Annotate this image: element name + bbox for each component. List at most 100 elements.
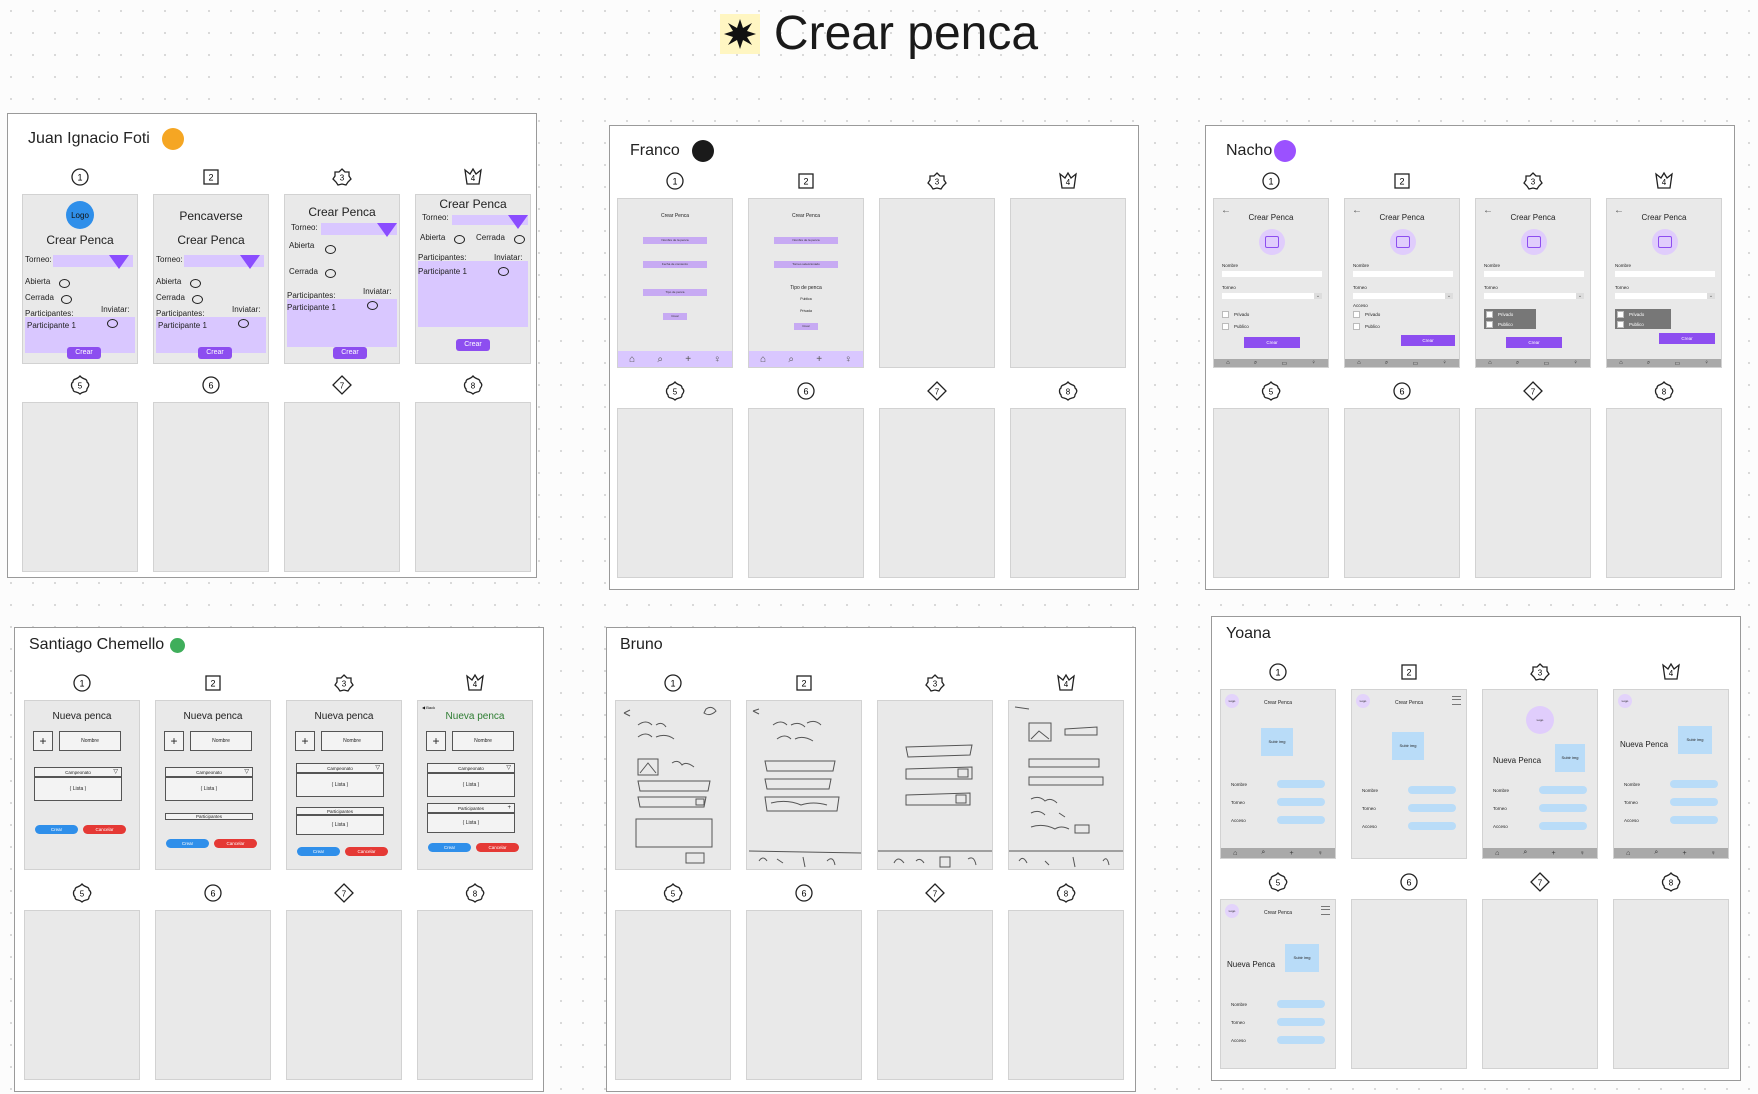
cancelar-button[interactable]: Cancelar bbox=[345, 847, 388, 856]
privada-option[interactable]: Privada bbox=[749, 309, 863, 313]
nombre-input[interactable] bbox=[1670, 780, 1718, 788]
torneo-input[interactable] bbox=[1670, 798, 1718, 806]
upload-image-button[interactable]: Subir img bbox=[1261, 728, 1293, 756]
nombre-input[interactable]: Nombre bbox=[59, 731, 121, 751]
search-icon[interactable]: ⌕ bbox=[788, 354, 794, 365]
empty-frame[interactable] bbox=[615, 910, 731, 1080]
name-field[interactable]: Nombre de la penca bbox=[774, 237, 838, 244]
wireframe-screen[interactable]: Crear Penca Nombre de la penca Fecha de … bbox=[617, 198, 733, 368]
add-icon[interactable]: + bbox=[1289, 850, 1293, 857]
cerrada-radio[interactable] bbox=[192, 295, 203, 304]
invite-icon[interactable] bbox=[238, 319, 249, 328]
add-icon[interactable]: ▭ bbox=[1282, 360, 1288, 367]
acceso-input[interactable] bbox=[1277, 816, 1325, 824]
empty-frame[interactable] bbox=[1613, 899, 1729, 1069]
search-icon[interactable]: ⌕ bbox=[1254, 360, 1257, 367]
nombre-input[interactable] bbox=[1353, 271, 1453, 277]
type-field[interactable]: Tipo de penca bbox=[643, 289, 707, 296]
back-button[interactable]: ◀ Back bbox=[422, 705, 435, 710]
user-icon[interactable]: ♀ bbox=[713, 354, 721, 365]
torneo-select[interactable] bbox=[1353, 293, 1453, 299]
crear-button[interactable]: Crear bbox=[166, 839, 209, 848]
add-icon[interactable]: + bbox=[1551, 850, 1555, 857]
torneo-input[interactable] bbox=[1539, 804, 1587, 812]
search-icon[interactable]: ⌕ bbox=[1385, 360, 1388, 367]
cancelar-button[interactable]: Cancelar bbox=[214, 839, 257, 848]
empty-frame[interactable] bbox=[153, 402, 269, 572]
torneo-select[interactable] bbox=[1484, 293, 1584, 299]
add-icon[interactable]: + bbox=[685, 354, 691, 365]
upload-image-button[interactable]: Subir img bbox=[1285, 944, 1319, 972]
empty-frame[interactable] bbox=[24, 910, 140, 1080]
empty-frame[interactable] bbox=[879, 408, 995, 578]
nombre-input[interactable] bbox=[1539, 786, 1587, 794]
home-icon[interactable]: ⌂ bbox=[1226, 360, 1230, 366]
invite-icon[interactable] bbox=[367, 301, 378, 310]
empty-frame[interactable] bbox=[879, 198, 995, 368]
publico-checkbox[interactable] bbox=[1486, 321, 1493, 328]
participantes-select[interactable]: Participantes + bbox=[427, 803, 515, 813]
search-icon[interactable]: ⌕ bbox=[1654, 849, 1658, 857]
participantes-select[interactable]: Participantes bbox=[296, 807, 384, 815]
empty-frame[interactable] bbox=[748, 408, 864, 578]
empty-frame[interactable] bbox=[1008, 910, 1124, 1080]
upload-image-button[interactable]: Subir img bbox=[1555, 744, 1585, 772]
campeonato-select[interactable]: Campeonato ▽ bbox=[34, 767, 122, 777]
name-field[interactable]: Nombre de la penca bbox=[643, 237, 707, 244]
wireframe-screen[interactable]: Logo Nueva Penca Subir img Nombre Torneo… bbox=[1482, 689, 1598, 859]
wireframe-screen[interactable]: Logo Nueva Penca Subir img Nombre Torneo… bbox=[1613, 689, 1729, 859]
torneo-input[interactable] bbox=[1408, 804, 1456, 812]
wireframe-screen[interactable]: Crear Penca Nombre de la penca Torneo se… bbox=[748, 198, 864, 368]
wireframe-screen[interactable]: ← Crear Penca Nombre Torneo ⌄ Privado Pu… bbox=[1606, 198, 1722, 368]
nombre-input[interactable]: Nombre bbox=[190, 731, 252, 751]
acceso-input[interactable] bbox=[1408, 822, 1456, 830]
home-icon[interactable]: ⌂ bbox=[1495, 850, 1499, 857]
campeonato-select[interactable]: Campeonato ▽ bbox=[165, 767, 253, 777]
home-icon[interactable]: ⌂ bbox=[629, 354, 635, 365]
privado-checkbox[interactable] bbox=[1617, 311, 1624, 318]
empty-frame[interactable] bbox=[417, 910, 533, 1080]
user-icon[interactable]: ♀ bbox=[1311, 360, 1316, 366]
empty-frame[interactable] bbox=[1010, 198, 1126, 368]
empty-frame[interactable] bbox=[746, 910, 862, 1080]
publico-checkbox[interactable] bbox=[1617, 321, 1624, 328]
user-icon[interactable]: ♀ bbox=[1580, 850, 1585, 857]
crear-button[interactable]: Crear bbox=[456, 339, 490, 351]
wireframe-screen[interactable]: Nueva penca + Nombre Campeonato ▽ ( Lista… bbox=[155, 700, 271, 870]
abierta-radio[interactable] bbox=[454, 235, 465, 244]
user-icon[interactable]: ♀ bbox=[844, 354, 852, 365]
home-icon[interactable]: ⌂ bbox=[760, 354, 766, 365]
add-image-button[interactable]: + bbox=[164, 731, 184, 751]
abierta-radio[interactable] bbox=[190, 279, 201, 288]
torneo-input[interactable] bbox=[1277, 798, 1325, 806]
empty-frame[interactable] bbox=[617, 408, 733, 578]
add-icon[interactable]: ▭ bbox=[1544, 360, 1550, 367]
empty-frame[interactable] bbox=[1213, 408, 1329, 578]
search-icon[interactable]: ⌕ bbox=[1523, 849, 1527, 857]
crear-button[interactable]: Crear bbox=[794, 323, 818, 330]
sketch-frame[interactable] bbox=[615, 700, 731, 870]
empty-frame[interactable] bbox=[1351, 899, 1467, 1069]
crear-button[interactable]: Crear bbox=[1244, 337, 1300, 348]
wireframe-screen[interactable]: ← Crear Penca Nombre Torneo ⌄ Acceso Pri… bbox=[1344, 198, 1460, 368]
add-icon[interactable]: + bbox=[1682, 850, 1686, 857]
wireframe-screen[interactable]: Logo Crear Penca Torneo: Abierta Cerrada… bbox=[22, 194, 138, 364]
nombre-input[interactable] bbox=[1484, 271, 1584, 277]
torneo-input[interactable] bbox=[1277, 1018, 1325, 1026]
empty-frame[interactable] bbox=[1475, 408, 1591, 578]
user-icon[interactable]: ♀ bbox=[1704, 360, 1709, 366]
empty-frame[interactable] bbox=[22, 402, 138, 572]
empty-frame[interactable] bbox=[1606, 408, 1722, 578]
user-icon[interactable]: ♀ bbox=[1318, 850, 1323, 857]
image-icon[interactable] bbox=[1259, 229, 1285, 255]
privado-checkbox[interactable] bbox=[1353, 311, 1360, 318]
add-image-button[interactable]: + bbox=[33, 731, 53, 751]
crear-button[interactable]: Crear bbox=[1659, 333, 1715, 344]
crear-button[interactable]: Crear bbox=[428, 843, 471, 852]
empty-frame[interactable] bbox=[415, 402, 531, 572]
cerrada-radio[interactable] bbox=[61, 295, 72, 304]
wireframe-screen[interactable]: Nueva penca + Nombre Campeonato ▽ ( Lista… bbox=[286, 700, 402, 870]
crear-button[interactable]: Crear bbox=[333, 347, 367, 359]
wireframe-screen[interactable]: Pencaverse Crear Penca Torneo: Abierta C… bbox=[153, 194, 269, 364]
home-icon[interactable]: ⌂ bbox=[1626, 850, 1630, 857]
